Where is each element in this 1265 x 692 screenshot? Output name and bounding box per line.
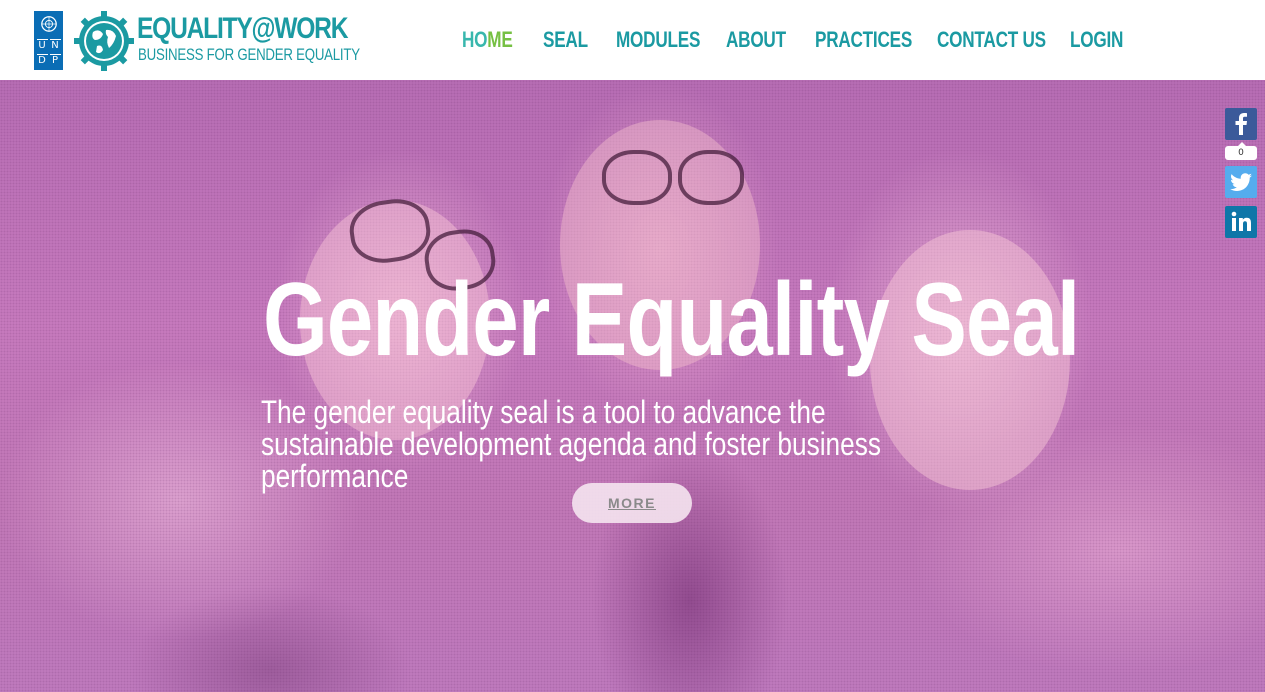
- site-header: U N D P EQUALITY@WORK BUSINESS FOR GENDE…: [0, 0, 1265, 80]
- nav-contact-us[interactable]: CONTACT US: [937, 27, 1046, 53]
- hero-description: The gender equality seal is a tool to ad…: [261, 394, 881, 494]
- nav-about[interactable]: ABOUT: [726, 27, 786, 53]
- hero-title: Gender Equality Seal: [263, 262, 1080, 378]
- linkedin-share-button[interactable]: [1225, 206, 1257, 238]
- nav-login[interactable]: LOGIN: [1070, 27, 1123, 53]
- hero-photo-detail: [602, 150, 672, 205]
- undp-logo[interactable]: U N D P: [34, 11, 63, 70]
- facebook-icon: [1235, 113, 1247, 135]
- nav-home-label: HO: [462, 27, 488, 52]
- nav-modules[interactable]: MODULES: [616, 27, 700, 53]
- brand-title: EQUALITY@WORK: [137, 12, 348, 45]
- undp-letter: N: [49, 39, 61, 51]
- undp-letter: D: [36, 54, 48, 66]
- nav-home-accent: ME: [487, 27, 513, 52]
- twitter-icon: [1230, 173, 1252, 191]
- facebook-share-count: 0: [1225, 142, 1257, 160]
- hero-photo-detail: [678, 150, 744, 205]
- nav-seal[interactable]: SEAL: [543, 27, 588, 53]
- gear-globe-icon[interactable]: [73, 10, 135, 72]
- more-button[interactable]: MORE: [572, 483, 692, 523]
- social-share-bar: 0: [1225, 108, 1257, 238]
- un-emblem-icon: [40, 16, 57, 32]
- twitter-share-button[interactable]: [1225, 166, 1257, 198]
- facebook-share-button[interactable]: [1225, 108, 1257, 140]
- undp-letter: U: [36, 39, 48, 51]
- linkedin-icon: [1231, 211, 1251, 231]
- undp-letter: P: [49, 54, 61, 67]
- hero-banner: Gender Equality Seal The gender equality…: [0, 80, 1265, 692]
- brand-subtitle: BUSINESS FOR GENDER EQUALITY: [138, 45, 360, 64]
- undp-letters: U N D P: [36, 39, 61, 67]
- nav-practices[interactable]: PRACTICES: [815, 27, 912, 53]
- nav-home[interactable]: HOME: [462, 27, 513, 53]
